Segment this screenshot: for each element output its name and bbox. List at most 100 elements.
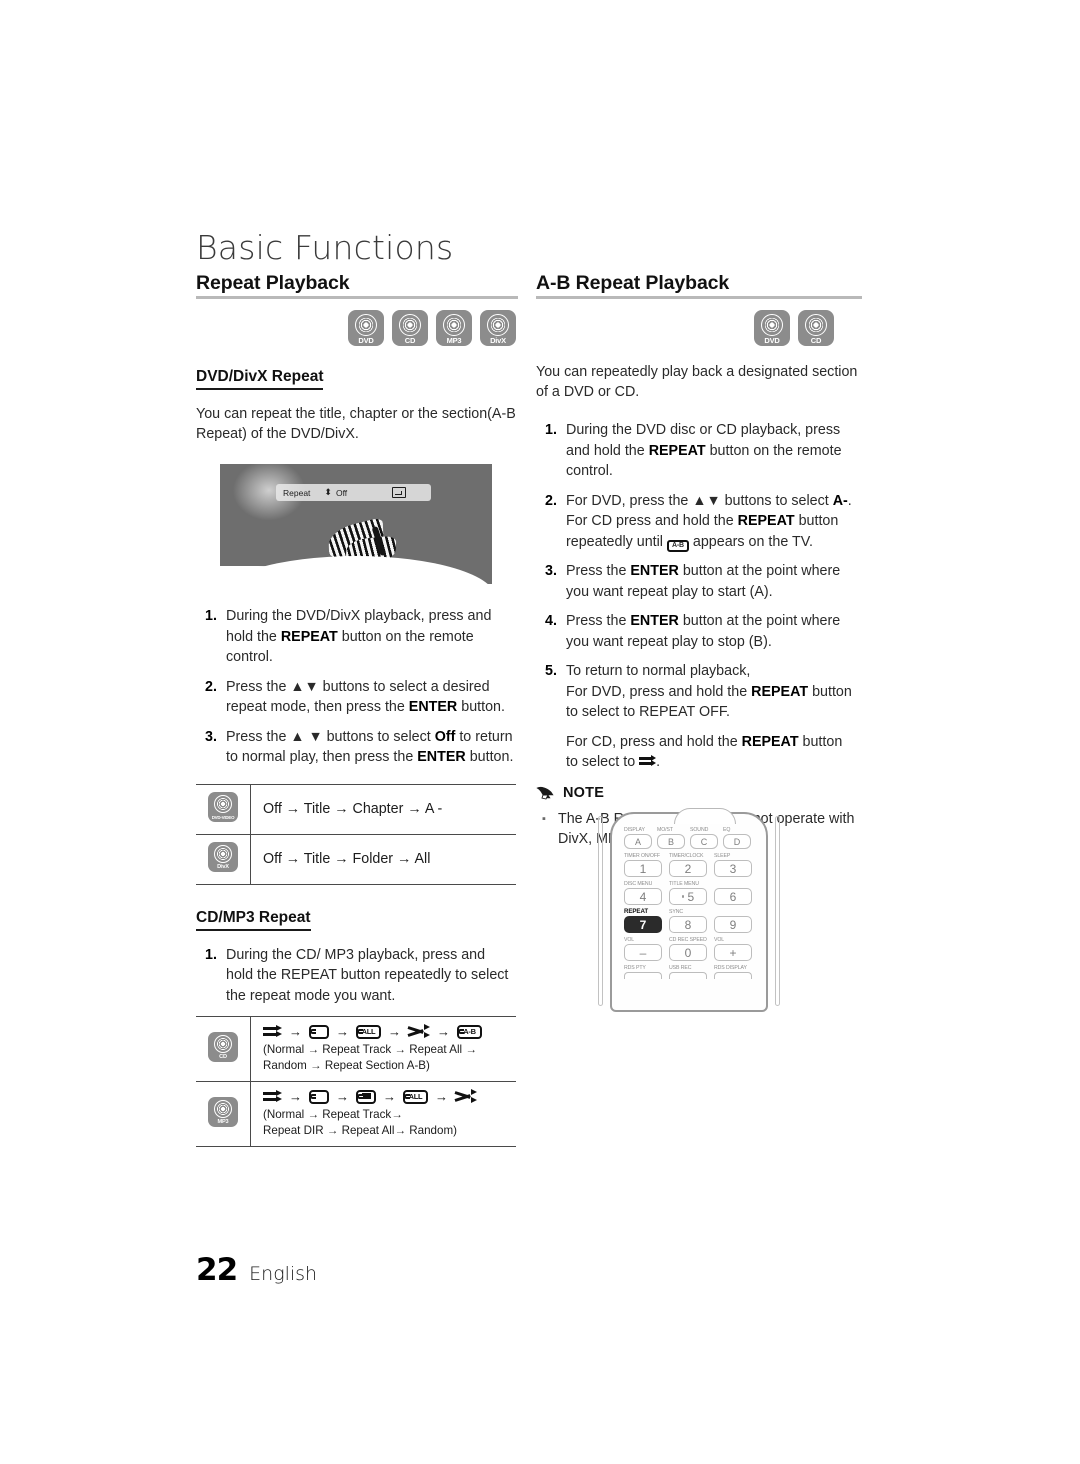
arrow-icon: → — [383, 1089, 396, 1104]
dvd-divx-mode-table: DVD-VIDEO Off → Title → Chapter → A - Di… — [196, 783, 516, 885]
ab-repeat-steps-list: 1. During the DVD disc or CD playback, p… — [536, 420, 858, 773]
key-label[interactable]: 7 — [624, 916, 662, 933]
key-caption: DISPLAY — [624, 827, 645, 833]
osd-repeat-bar: Repeat ⬍ Off — [276, 484, 431, 501]
key-caption — [714, 880, 752, 888]
key-label-wrap[interactable]: 5 — [669, 888, 707, 905]
remote-key-4: DISC MENU 4 — [624, 880, 662, 905]
disc-chip-dvd-icon: DVD — [754, 310, 790, 346]
remote-row-789: REPEAT 7 SYNC 8 9 — [624, 908, 754, 933]
key-label[interactable] — [624, 972, 662, 979]
disc-chip-label: DVD — [358, 335, 374, 345]
step-number: 3. — [205, 728, 217, 745]
step-text: During the DVD/DivX playback, press and … — [226, 608, 492, 665]
key-label[interactable]: – — [624, 944, 662, 961]
note-title: NOTE — [563, 784, 605, 801]
remote-row-vol: VOL – CD REC SPEED 0 VOL + — [624, 936, 754, 961]
left-disc-chip-row: DVD CD MP3 DivX — [196, 310, 516, 346]
ab-repeat-intro-text: You can repeatedly play back a designate… — [536, 364, 858, 400]
key-label[interactable]: C — [690, 834, 718, 849]
step-text: Press the ENTER button at the point wher… — [566, 563, 841, 600]
disc-chip-label: CD — [219, 1053, 227, 1060]
table-cell-icon: DivX — [196, 833, 251, 885]
page-number: 22 — [196, 1252, 238, 1288]
remote-key-c: SOUND C — [690, 826, 718, 849]
remote-key-9: 9 — [714, 908, 752, 933]
arrow-icon: → — [437, 1024, 450, 1039]
key-label[interactable]: 3 — [714, 860, 752, 877]
key-label[interactable]: 8 — [669, 916, 707, 933]
remote-key-a: DISPLAY A — [624, 826, 652, 849]
disc-glyph — [355, 314, 377, 336]
disc-chip-dvd-video-icon: DVD-VIDEO — [208, 791, 238, 822]
key-label[interactable]: + — [714, 944, 752, 961]
key-label[interactable]: B — [657, 834, 685, 849]
disc-chip-label: DVD — [764, 335, 780, 345]
mode-sequence-text: Off → Title → Chapter → A - — [263, 801, 443, 817]
key-label[interactable]: 4 — [624, 888, 662, 905]
disc-glyph — [214, 1034, 232, 1053]
key-label[interactable]: 2 — [669, 860, 707, 877]
step-text: Press the ▲ ▼ buttons to select Off to r… — [226, 728, 514, 766]
key-label[interactable]: 1 — [624, 860, 662, 877]
remote-key-1: TIMER ON/OFF 1 — [624, 852, 662, 877]
arrow-icon: → — [336, 1024, 349, 1039]
remote-keypad: DISPLAY A MO/ST B SOUND C EQ D TIMER ON/… — [624, 826, 754, 982]
remote-row-456: DISC MENU 4 TITLE MENU 5 6 — [624, 880, 754, 905]
key-caption: TITLE MENU — [669, 881, 699, 887]
key-caption: TIMER/CLOCK — [669, 853, 704, 859]
disc-chip-divx-icon: DivX — [208, 841, 238, 872]
table-cell-icon: MP3 — [196, 1081, 251, 1147]
disc-chip-cd-icon: CD — [208, 1031, 238, 1062]
remote-key-6: 6 — [714, 880, 752, 905]
disc-glyph — [214, 794, 232, 813]
table-cell-text: → → ALL → → A-B (Normal → Repeat Track →… — [250, 1016, 516, 1082]
key-caption: EQ — [723, 827, 731, 833]
disc-chip-cd-icon: CD — [392, 310, 428, 346]
key-label[interactable] — [669, 972, 707, 979]
key-caption: SYNC — [669, 909, 684, 915]
table-cell-icon: DVD-VIDEO — [196, 783, 251, 835]
remote-right-edge — [775, 816, 780, 1006]
key-label[interactable]: 9 — [714, 916, 752, 933]
step-text: During the DVD disc or CD playback, pres… — [566, 422, 842, 479]
bullet-square-icon: ▪ — [542, 812, 546, 825]
disc-glyph — [487, 314, 509, 336]
key-label[interactable] — [714, 972, 752, 979]
step-number: 1. — [205, 946, 217, 963]
sync-dot-icon — [681, 895, 685, 898]
table-row: DVD-VIDEO Off → Title → Chapter → A - — [196, 783, 516, 835]
disc-glyph — [214, 844, 232, 863]
key-caption: MO/ST — [657, 827, 673, 833]
manual-page: Basic Functions Repeat Playback A-B Repe… — [0, 0, 1080, 1464]
remote-key-vol-up: VOL + — [714, 936, 752, 961]
disc-chip-label: CD — [810, 335, 822, 345]
remote-key-vol-down: VOL – — [624, 936, 662, 961]
list-item: 1. During the DVD/DivX playback, press a… — [196, 606, 516, 668]
mode-sequence-text: Off → Title → Folder → All — [263, 851, 431, 867]
step-text: For DVD, press the ▲▼ buttons to select … — [566, 492, 852, 552]
arrow-icon: → — [388, 1024, 401, 1039]
table-cell-text: → → → ALL → (Normal → Repeat Track→ Repe… — [250, 1081, 516, 1147]
key-caption: TIMER ON/OFF — [624, 853, 660, 859]
repeat-dir-icon — [356, 1089, 376, 1104]
disc-glyph — [214, 1099, 232, 1118]
disc-chip-mp3-icon: MP3 — [208, 1096, 238, 1127]
disc-chip-mp3-icon: MP3 — [436, 310, 472, 346]
dvd-divx-steps-list: 1. During the DVD/DivX playback, press a… — [196, 606, 516, 768]
table-row: MP3 → → → ALL → (Normal → Repeat Track→ … — [196, 1081, 516, 1147]
disc-chip-cd-icon: CD — [798, 310, 834, 346]
remote-key-b: MO/ST B — [657, 826, 685, 849]
key-caption — [714, 908, 752, 916]
key-label[interactable]: 6 — [714, 888, 752, 905]
osd-label: Repeat — [283, 487, 311, 498]
key-label[interactable]: 0 — [669, 944, 707, 961]
key-caption: DISC MENU — [624, 881, 653, 887]
cd-mp3-repeat-subheading: CD/MP3 Repeat — [196, 909, 311, 931]
key-label[interactable]: D — [723, 834, 751, 849]
disc-chip-dvd-icon: DVD — [348, 310, 384, 346]
list-item: 2. Press the ▲▼ buttons to select a desi… — [196, 677, 516, 718]
list-item: 1. During the CD/ MP3 playback, press an… — [196, 945, 516, 1007]
cd-mp3-mode-table: CD → → ALL → → A-B (Normal → Repeat Trac… — [196, 1016, 516, 1147]
key-label[interactable]: A — [624, 834, 652, 849]
